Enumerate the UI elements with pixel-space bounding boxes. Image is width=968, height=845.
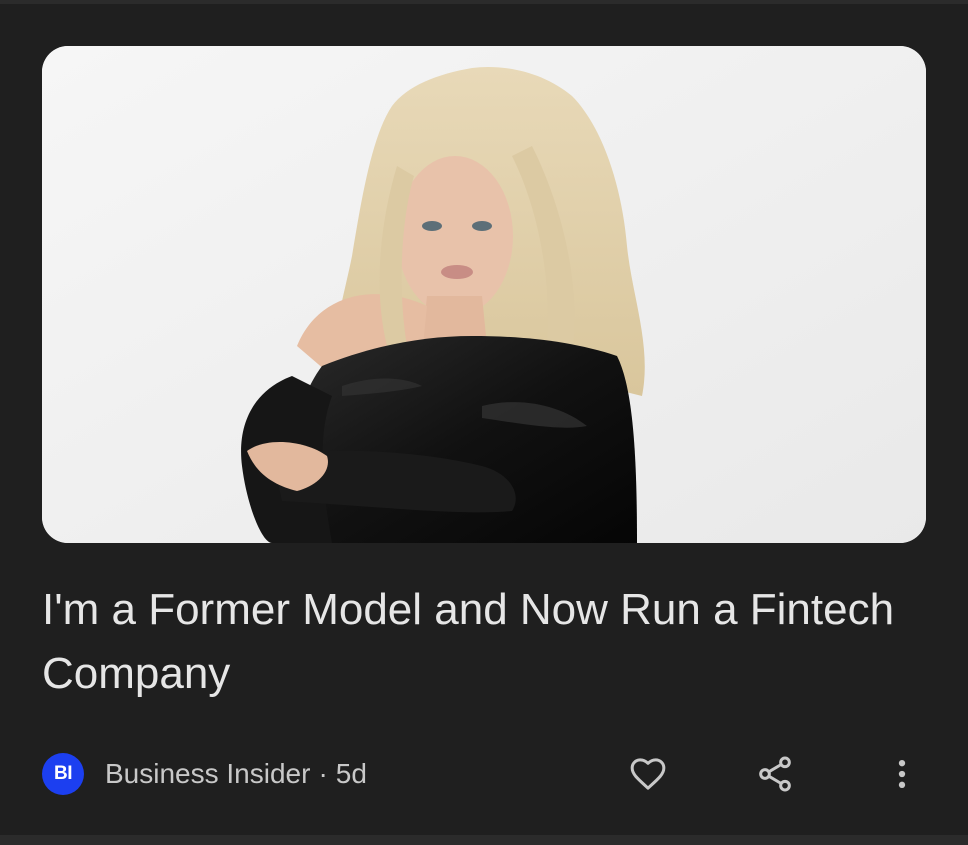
share-button[interactable] [753,752,797,796]
news-card[interactable]: I'm a Former Model and Now Run a Fintech… [0,0,968,845]
more-vert-icon [898,760,906,788]
article-headline[interactable]: I'm a Former Model and Now Run a Fintech… [42,578,922,706]
article-image[interactable] [42,46,926,543]
article-photo [42,46,926,543]
heart-outline-icon [630,758,666,790]
bottom-divider [0,835,968,845]
share-icon [759,756,791,792]
like-button[interactable] [626,752,670,796]
more-options-button[interactable] [880,752,924,796]
top-divider [0,0,968,4]
action-bar [0,752,968,796]
